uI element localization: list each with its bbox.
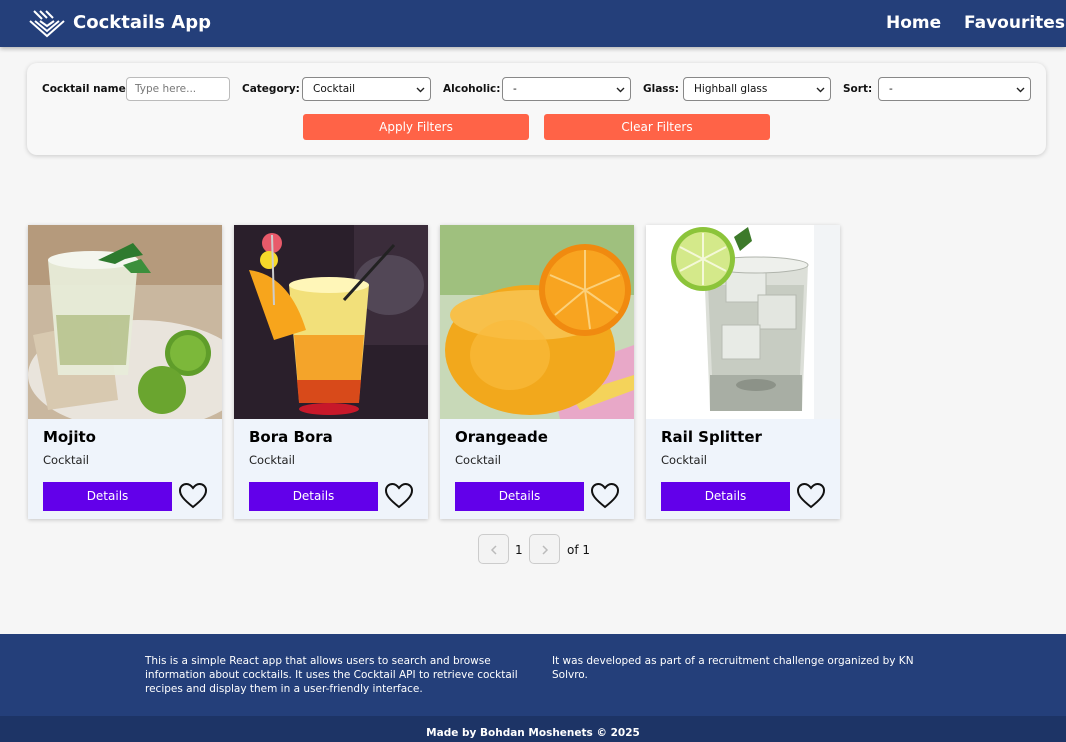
chevron-down-icon xyxy=(1016,87,1025,93)
bora-bora-image[interactable] xyxy=(234,225,428,419)
glass-label: Glass: xyxy=(643,83,680,95)
details-button[interactable]: Details xyxy=(43,482,172,511)
clear-filters-button[interactable]: Clear Filters xyxy=(544,114,770,140)
cocktail-name-placeholder: Type here... xyxy=(135,83,197,95)
chevron-down-icon xyxy=(816,87,825,93)
footer-challenge: It was developed as part of a recruitmen… xyxy=(552,655,914,681)
cocktail-logo-icon xyxy=(29,10,65,38)
mojito-image[interactable] xyxy=(28,225,222,419)
cocktail-category: Cocktail xyxy=(455,453,501,467)
cocktail-card: Orangeade Cocktail Details xyxy=(440,225,634,519)
rail-splitter-image[interactable] xyxy=(646,225,840,419)
app-title[interactable]: Cocktails App xyxy=(73,12,211,33)
details-button[interactable]: Details xyxy=(661,482,790,511)
nav-link-favourites[interactable]: Favourites xyxy=(964,13,1065,33)
sort-label: Sort: xyxy=(843,83,873,95)
sort-select[interactable]: - xyxy=(878,77,1031,101)
chevron-down-icon xyxy=(416,87,425,93)
heart-icon[interactable] xyxy=(179,483,207,509)
heart-icon[interactable] xyxy=(385,483,413,509)
alcoholic-select[interactable]: - xyxy=(502,77,631,101)
category-select[interactable]: Cocktail xyxy=(302,77,431,101)
copyright-text: Made by Bohdan Moshenets © 2025 xyxy=(426,727,640,739)
cocktail-category: Cocktail xyxy=(661,453,707,467)
cocktail-name[interactable]: Mojito xyxy=(43,428,96,446)
orangeade-image[interactable] xyxy=(440,225,634,419)
nav-link-home[interactable]: Home xyxy=(886,13,941,33)
alcoholic-label: Alcoholic: xyxy=(443,83,501,95)
details-button[interactable]: Details xyxy=(249,482,378,511)
cocktail-name-label: Cocktail name: xyxy=(42,83,130,95)
glass-select-value: Highball glass xyxy=(694,83,768,95)
cocktail-card: Bora Bora Cocktail Details xyxy=(234,225,428,519)
chevron-left-icon xyxy=(490,545,497,555)
cocktail-name-input[interactable]: Type here... xyxy=(126,77,230,101)
category-label: Category: xyxy=(242,83,300,95)
heart-icon[interactable] xyxy=(591,483,619,509)
category-select-value: Cocktail xyxy=(313,83,355,95)
top-nav-bar: Cocktails App Home Favourites xyxy=(0,0,1066,47)
next-page-button[interactable] xyxy=(529,534,560,564)
cocktail-category: Cocktail xyxy=(249,453,295,467)
chevron-down-icon xyxy=(616,87,625,93)
filter-panel: Cocktail name: Type here... Category: Co… xyxy=(27,63,1046,155)
prev-page-button[interactable] xyxy=(478,534,509,564)
footer-about: This is a simple React app that allows u… xyxy=(145,655,518,695)
cocktail-card: Rail Splitter Cocktail Details xyxy=(646,225,840,519)
cocktail-name[interactable]: Rail Splitter xyxy=(661,428,762,446)
alcoholic-select-value: - xyxy=(513,83,517,95)
cocktail-category: Cocktail xyxy=(43,453,89,467)
cocktail-card: Mojito Cocktail Details xyxy=(28,225,222,519)
heart-icon[interactable] xyxy=(797,483,825,509)
cocktail-name[interactable]: Bora Bora xyxy=(249,428,333,446)
total-pages: of 1 xyxy=(567,543,591,557)
sort-select-value: - xyxy=(889,83,893,95)
current-page: 1 xyxy=(515,543,523,557)
glass-select[interactable]: Highball glass xyxy=(683,77,831,101)
apply-filters-button[interactable]: Apply Filters xyxy=(303,114,529,140)
copyright-bar: Made by Bohdan Moshenets © 2025 xyxy=(0,716,1066,742)
footer: This is a simple React app that allows u… xyxy=(0,634,1066,716)
chevron-right-icon xyxy=(542,545,549,555)
details-button[interactable]: Details xyxy=(455,482,584,511)
cocktail-name[interactable]: Orangeade xyxy=(455,428,548,446)
